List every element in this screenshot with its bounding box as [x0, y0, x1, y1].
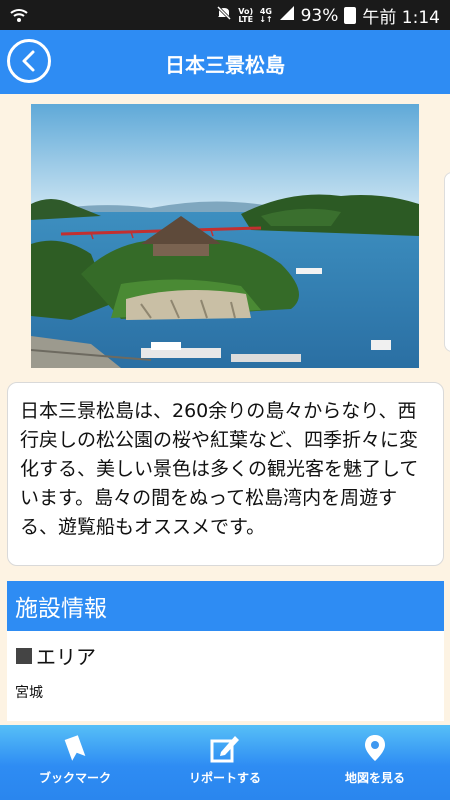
page-title: 日本三景松島: [165, 53, 285, 77]
scroll-indicator[interactable]: [444, 172, 450, 352]
network-indicator: 4G ↓↑: [259, 7, 273, 24]
battery-icon: [344, 7, 357, 24]
map-pin-icon: [365, 735, 385, 761]
report-button[interactable]: リポートする: [150, 725, 300, 800]
clock: 午前 1:14: [362, 8, 440, 28]
facility-info-section: 施設情報 エリア 宮城: [7, 581, 444, 721]
bookmark-label: ブックマーク: [38, 771, 111, 785]
area-label: エリア: [36, 645, 96, 669]
area-value: 宮城: [15, 685, 43, 701]
status-bar: Vo) LTE 4G ↓↑ 93% 午前 1:14: [0, 0, 450, 30]
description-card: 日本三景松島は、260余りの島々からなり、西行戻しの松公園の桜や紅葉など、四季折…: [7, 382, 444, 566]
bottom-nav: ブックマーク リポートする 地図を見る: [0, 725, 450, 800]
area-heading: エリア: [7, 631, 444, 670]
view-map-label: 地図を見る: [344, 771, 405, 785]
square-bullet-icon: [16, 647, 32, 664]
volte-indicator: Vo) LTE: [238, 7, 254, 24]
facility-header: 施設情報: [7, 581, 444, 631]
volte-bottom: LTE: [238, 14, 254, 24]
network-arrows: ↓↑: [259, 14, 273, 24]
wifi-icon: [10, 7, 28, 28]
scenery-photo: [31, 104, 419, 368]
view-map-button[interactable]: 地図を見る: [300, 725, 450, 800]
signal-icon: [279, 5, 295, 26]
mute-icon: [216, 5, 232, 26]
bookmark-icon: [64, 735, 86, 761]
report-label: リポートする: [188, 771, 261, 785]
report-icon: [210, 736, 239, 763]
bookmark-button[interactable]: ブックマーク: [0, 725, 150, 800]
app-bar: 日本三景松島: [0, 30, 450, 94]
battery-percent: 93%: [300, 5, 339, 26]
